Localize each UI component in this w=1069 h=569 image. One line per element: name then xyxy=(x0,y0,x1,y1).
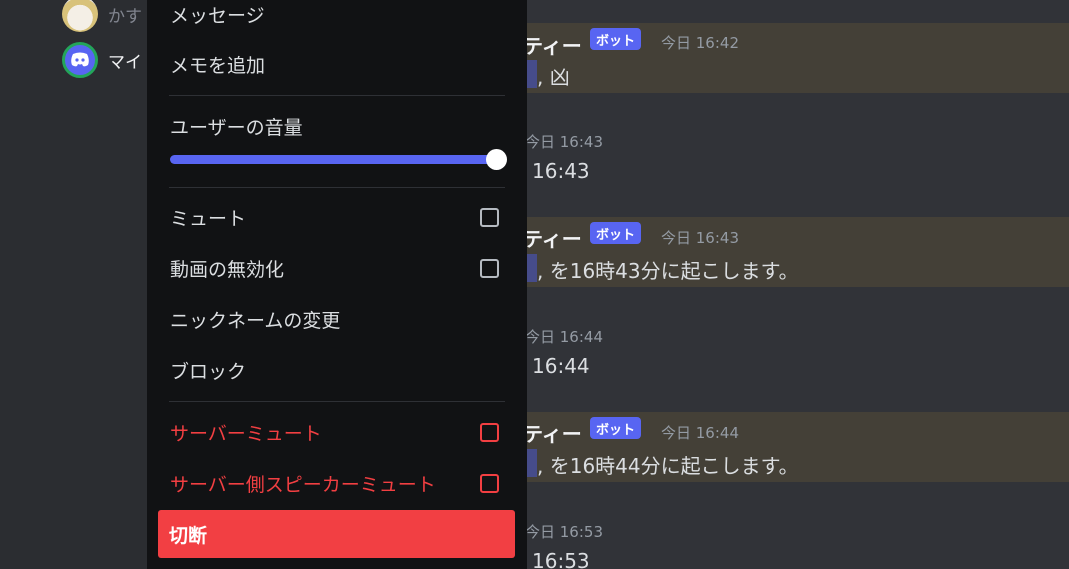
user-volume-slider-handle[interactable] xyxy=(486,149,507,170)
message-body: 16:44 xyxy=(532,354,590,378)
mention[interactable] xyxy=(527,60,537,88)
chat-area: ティー ボット 今日 16:42 , 凶 今日 16:43 16:43 ティー … xyxy=(523,0,1069,569)
message[interactable]: 今日 16:44 16:44 xyxy=(525,315,1069,385)
message-body: , を16時44分に起こします。 xyxy=(537,454,799,478)
menu-item-label: 切断 xyxy=(169,524,208,547)
disconnect-menu-item[interactable]: 切断 xyxy=(158,510,515,558)
bot-badge: ボット xyxy=(590,417,642,439)
bot-badge: ボット xyxy=(590,222,642,244)
mention[interactable] xyxy=(527,449,537,477)
message-body: 16:53 xyxy=(532,549,590,569)
member-name: かす xyxy=(108,6,142,27)
mute-menu-item[interactable]: ミュート xyxy=(159,197,515,237)
menu-item-label: メモを追加 xyxy=(170,54,266,77)
menu-divider xyxy=(169,401,505,402)
menu-item-label: ニックネームの変更 xyxy=(170,309,341,332)
member-list: かす マイ xyxy=(0,0,147,569)
disable-video-checkbox[interactable] xyxy=(480,258,499,278)
message-timestamp: 今日 16:43 xyxy=(525,133,603,151)
message[interactable]: ティー ボット 今日 16:42 , 凶 xyxy=(523,23,1069,93)
menu-item-label: ユーザーの音量 xyxy=(170,116,303,139)
block-menu-item[interactable]: ブロック xyxy=(159,350,515,390)
user-volume-slider[interactable] xyxy=(170,155,496,164)
bot-badge: ボット xyxy=(590,28,642,50)
menu-item-label: サーバー側スピーカーミュート xyxy=(170,473,436,496)
mute-checkbox[interactable] xyxy=(480,207,499,227)
avatar xyxy=(62,0,98,32)
member-name: マイ xyxy=(108,52,142,73)
message-timestamp: 今日 16:53 xyxy=(525,523,603,541)
server-mute-menu-item[interactable]: サーバーミュート xyxy=(159,412,515,452)
message-timestamp: 今日 16:44 xyxy=(661,424,739,442)
server-deafen-checkbox[interactable] xyxy=(480,473,499,493)
change-nickname-menu-item[interactable]: ニックネームの変更 xyxy=(159,299,515,339)
mention[interactable] xyxy=(527,254,537,282)
message[interactable]: 今日 16:53 16:53 xyxy=(525,510,1069,569)
message-menu-item[interactable]: メッセージ xyxy=(159,0,515,34)
menu-divider xyxy=(169,187,505,188)
disable-video-menu-item[interactable]: 動画の無効化 xyxy=(159,248,515,288)
menu-item-label: メッセージ xyxy=(170,4,265,27)
menu-divider xyxy=(169,95,505,96)
message-author[interactable]: ティー xyxy=(523,30,582,59)
message-timestamp: 今日 16:44 xyxy=(525,328,603,346)
menu-item-label: ブロック xyxy=(170,360,247,383)
message-body: , 凶 xyxy=(537,65,570,89)
discord-logo-icon xyxy=(71,52,89,67)
message-author[interactable]: ティー xyxy=(523,418,582,447)
message-timestamp: 今日 16:43 xyxy=(661,229,739,247)
message[interactable]: ティー ボット 今日 16:44 , を16時44分に起こします。 xyxy=(523,412,1069,482)
menu-item-label: ミュート xyxy=(170,207,247,230)
menu-item-label: 動画の無効化 xyxy=(170,258,285,281)
message[interactable]: 今日 16:43 16:43 xyxy=(525,120,1069,190)
avatar xyxy=(62,42,98,78)
menu-item-label: サーバーミュート xyxy=(170,422,322,445)
message-body: 16:43 xyxy=(532,159,590,183)
add-note-menu-item[interactable]: メモを追加 xyxy=(159,44,515,84)
user-volume-label: ユーザーの音量 xyxy=(159,106,515,146)
message-body: , を16時43分に起こします。 xyxy=(537,259,799,283)
server-mute-checkbox[interactable] xyxy=(480,422,499,442)
member-item[interactable]: マイ xyxy=(62,42,142,78)
message-author[interactable]: ティー xyxy=(523,223,582,252)
message[interactable]: ティー ボット 今日 16:43 , を16時43分に起こします。 xyxy=(523,217,1069,287)
server-deafen-menu-item[interactable]: サーバー側スピーカーミュート xyxy=(159,463,515,503)
member-item[interactable]: かす xyxy=(62,0,142,32)
message-timestamp: 今日 16:42 xyxy=(661,34,739,52)
user-context-menu: メッセージ メモを追加 ユーザーの音量 ミュート 動画の無効化 ニックネームの変… xyxy=(147,0,527,569)
